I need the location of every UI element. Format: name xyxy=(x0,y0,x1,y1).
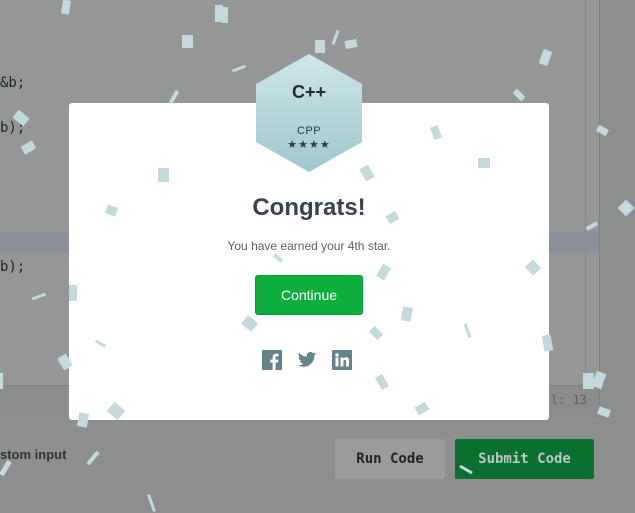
twitter-icon[interactable] xyxy=(297,350,317,370)
badge-hexagon xyxy=(256,54,362,172)
confetti-piece xyxy=(182,35,193,48)
badge-language: CPP xyxy=(296,125,322,137)
code-line[interactable]: &b; xyxy=(0,75,25,91)
confetti-piece xyxy=(69,285,77,301)
continue-button[interactable]: Continue xyxy=(255,275,363,315)
cursor-position: l: 13 xyxy=(550,393,587,407)
confetti-piece xyxy=(76,412,90,428)
run-code-button[interactable]: Run Code xyxy=(335,439,445,479)
confetti-piece xyxy=(86,450,100,466)
submit-code-button[interactable]: Submit Code xyxy=(455,439,594,479)
facebook-icon[interactable] xyxy=(262,350,282,370)
star-badge: C++ CPP ★★★★ xyxy=(254,52,364,174)
editor-scrollbar[interactable] xyxy=(585,0,586,385)
badge-stars: ★★★★ xyxy=(287,139,331,151)
modal-message: You have earned your 4th star. xyxy=(227,239,391,253)
confetti-piece xyxy=(147,494,156,512)
confetti-piece xyxy=(315,40,325,53)
confetti-piece xyxy=(478,158,490,168)
confetti-piece xyxy=(0,459,12,477)
linkedin-icon[interactable] xyxy=(332,350,352,370)
confetti-piece xyxy=(617,199,635,217)
confetti-piece xyxy=(222,7,228,23)
confetti-piece xyxy=(158,168,169,182)
code-line[interactable]: b); xyxy=(0,259,25,275)
cpp-logo-icon: C++ xyxy=(291,82,327,102)
confetti-piece xyxy=(0,373,3,389)
custom-input-label[interactable]: stom input xyxy=(0,447,66,462)
modal-title: Congrats! xyxy=(252,194,366,221)
